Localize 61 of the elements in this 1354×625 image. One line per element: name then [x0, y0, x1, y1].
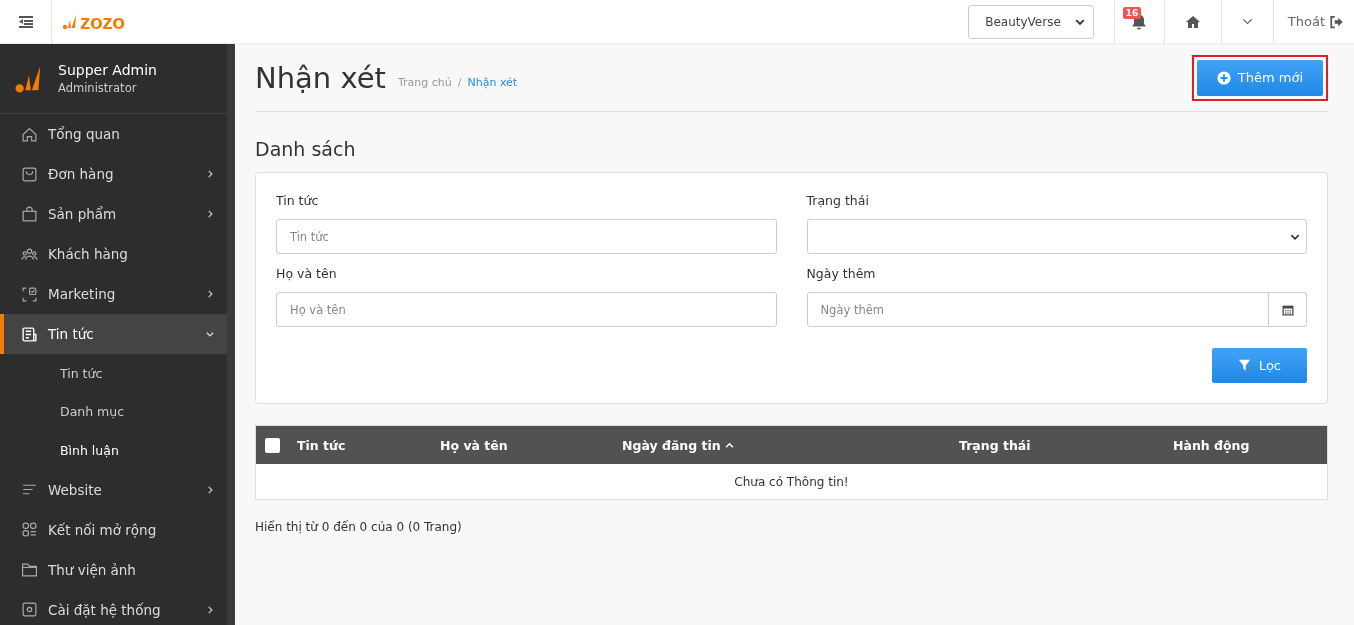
home-icon [21, 125, 38, 143]
chevron-right-icon [205, 169, 215, 179]
chevron-down-icon [205, 329, 215, 339]
column-header[interactable]: Tin tức [280, 437, 440, 453]
chevron-right-icon [205, 289, 215, 299]
home-icon [1184, 13, 1201, 30]
submenu-item[interactable]: Bình luận [0, 431, 227, 470]
field-label: Họ và tên [276, 266, 338, 281]
chevron-down-icon [1241, 16, 1253, 27]
sidebar-item[interactable]: Tin tức [0, 314, 227, 354]
notification-count: 16 [1122, 7, 1142, 19]
sidebar-item[interactable]: Kết nối mở rộng [0, 509, 227, 550]
folder-icon [21, 561, 38, 578]
text-field[interactable]: Họ và tên [276, 292, 777, 327]
menu-icon [16, 13, 35, 30]
page-title: Nhận xét [255, 60, 386, 95]
broadcast-icon [21, 285, 38, 303]
chevron-right-icon [205, 209, 215, 219]
logout-icon [1329, 14, 1344, 29]
sidebar-item[interactable]: Marketing [0, 274, 227, 314]
store-select[interactable]: BeautyVerse [968, 4, 1094, 39]
document-icon [21, 325, 38, 343]
sidebar-item[interactable]: Website [0, 469, 227, 510]
bag-icon [21, 165, 38, 183]
field-label: Ngày thêm [806, 266, 877, 281]
column-header[interactable]: Hành động [1173, 437, 1250, 453]
sidebar-item[interactable]: Đơn hàng [0, 154, 227, 194]
empty-message: Chưa có Thông tin! [734, 474, 849, 489]
select-field[interactable] [806, 219, 1307, 254]
section-title: Danh sách [255, 138, 357, 160]
sidebar-item[interactable]: Sản phẩm [0, 194, 227, 234]
column-header[interactable]: Ngày đăng tin [622, 437, 959, 453]
grid-icon [21, 521, 38, 538]
sidebar-item[interactable]: Khách hàng [0, 234, 227, 274]
column-header[interactable]: Trạng thái [959, 437, 1173, 453]
date-field[interactable]: Ngày thêm [806, 292, 1269, 327]
pagination-info: Hiển thị từ 0 đến 0 của 0 (0 Trang) [255, 520, 463, 534]
sidebar-item[interactable]: Tổng quan [0, 114, 227, 154]
shopping-bag-icon [21, 205, 38, 223]
calendar-button[interactable] [1269, 292, 1307, 327]
sidebar-item[interactable]: Cài đặt hệ thống [0, 589, 227, 625]
submenu-item[interactable]: Danh mục [0, 392, 227, 431]
logo-text: zozo [80, 9, 125, 34]
user-role: Administrator [58, 81, 138, 95]
logout-button[interactable]: Thoát [1272, 0, 1354, 43]
chevron-right-icon [205, 484, 215, 495]
field-label: Tin tức [276, 193, 320, 208]
text-field[interactable]: Tin tức [276, 219, 777, 254]
filter-icon [1237, 359, 1251, 372]
submenu-item[interactable]: Tin tức [0, 354, 227, 393]
column-header[interactable]: Họ và tên [440, 437, 622, 453]
select-all-checkbox[interactable] [265, 437, 280, 453]
sidebar-item[interactable]: Thư viện ảnh [0, 549, 227, 590]
plus-circle-icon [1216, 70, 1231, 85]
breadcrumb-link[interactable]: Nhận xét [467, 76, 518, 89]
sort-up-icon [724, 440, 734, 450]
field-label: Trạng thái [806, 193, 870, 208]
user-name: Supper Admin [58, 62, 157, 78]
chevron-right-icon [205, 604, 215, 615]
breadcrumb-separator: / [457, 76, 462, 89]
calendar-icon [1281, 303, 1294, 316]
